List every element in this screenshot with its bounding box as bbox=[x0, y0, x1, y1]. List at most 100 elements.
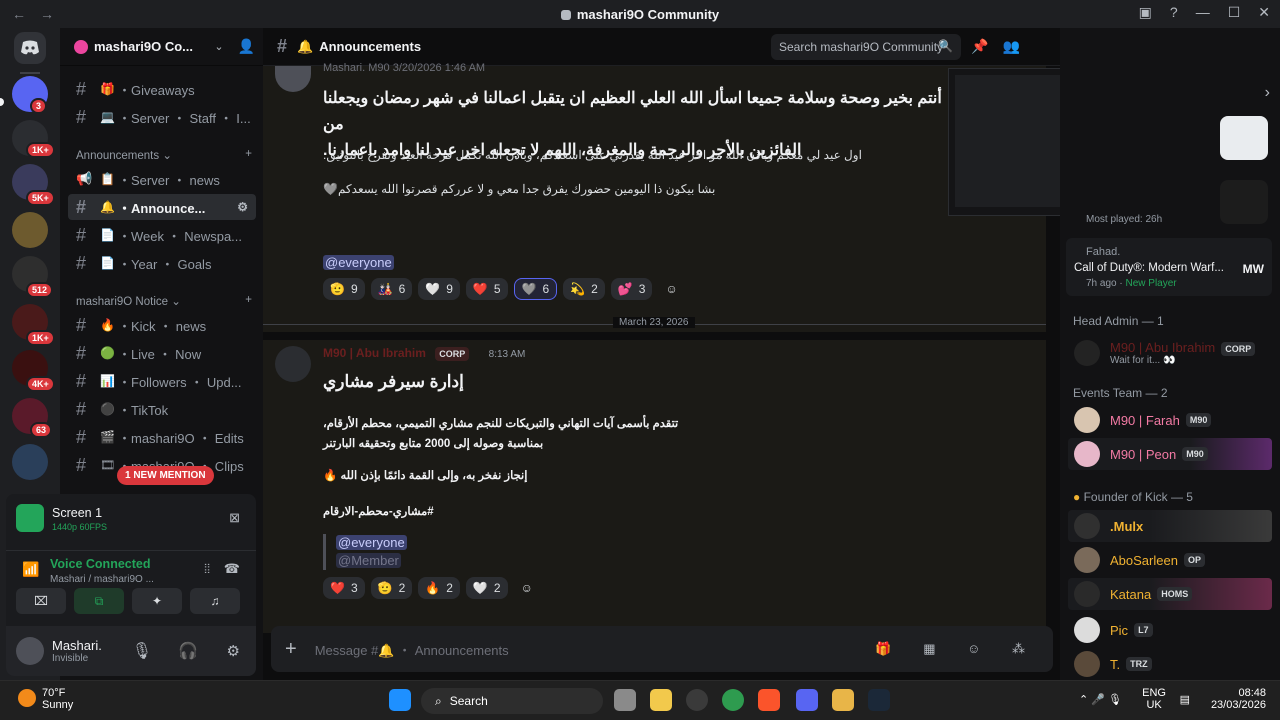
task-view-icon[interactable] bbox=[614, 689, 636, 711]
mention-badge: 5K+ bbox=[26, 190, 55, 206]
timestamp: 8:13 AM bbox=[488, 349, 526, 360]
app-icon[interactable] bbox=[686, 689, 708, 711]
channel-server-staff[interactable]: # 💻 ・Server ・ Staff ・ I... bbox=[68, 104, 256, 130]
reaction[interactable]: 💫 2 bbox=[563, 278, 605, 300]
channel-week-newspaper[interactable]: # 📄 ・Week ・ Newspa... bbox=[68, 222, 256, 248]
members-icon[interactable]: 👥 bbox=[1003, 38, 1020, 55]
member-row[interactable]: AboSarleen OP bbox=[1068, 544, 1272, 576]
channel-followers[interactable]: # 📊 ・Followers ・ Upd... bbox=[68, 368, 256, 394]
channel-server-news[interactable]: 📢 📋 ・Server ・ news bbox=[68, 166, 256, 192]
category-announcements[interactable]: Announcements ⌄ + bbox=[76, 148, 252, 162]
reaction[interactable]: ❤️ 5 bbox=[465, 278, 508, 300]
file-explorer-icon[interactable] bbox=[650, 689, 672, 711]
weather-widget[interactable]: 70°F Sunny bbox=[18, 687, 73, 711]
circle-icon: ⚫ bbox=[100, 402, 115, 416]
channel-year-goals[interactable]: # 📄 ・Year ・ Goals bbox=[68, 250, 256, 276]
disconnect-icon[interactable]: ☎ bbox=[224, 561, 240, 577]
help-icon[interactable]: ? bbox=[1170, 4, 1178, 21]
reaction[interactable]: 🫡 9 bbox=[323, 278, 365, 300]
activity-playtime: Most played: 26h bbox=[1086, 214, 1163, 225]
brave-icon[interactable] bbox=[758, 689, 780, 711]
add-reaction-icon[interactable]: ☺ bbox=[514, 577, 540, 599]
channel-live-now[interactable]: # 🟢 ・Live ・ Now bbox=[68, 340, 256, 366]
composer-tools[interactable]: 🎁 ▦ ☺ ⁂ bbox=[875, 641, 1039, 657]
author-name[interactable]: M90 | Abu Ibrahim bbox=[323, 346, 426, 360]
channel-edits[interactable]: # 🎬 ・mashari9O ・ Edits bbox=[68, 424, 256, 450]
member-row[interactable]: T. TRZ bbox=[1068, 648, 1272, 680]
stream-quality: 1440p 60FPS bbox=[52, 522, 108, 532]
search-input[interactable]: Search mashari9O Community 🔍 bbox=[771, 34, 961, 60]
headphones-icon[interactable]: 🎧 bbox=[178, 641, 198, 661]
app-icon[interactable] bbox=[832, 689, 854, 711]
server-icon[interactable] bbox=[12, 444, 48, 480]
category-notice[interactable]: mashari9O Notice ⌄ + bbox=[76, 294, 252, 308]
pin-icon[interactable]: 📌 bbox=[971, 38, 988, 55]
channel-giveaways[interactable]: # 🎁 ・Giveaways bbox=[68, 76, 256, 102]
channel-tiktok[interactable]: # ⚫ ・TikTok bbox=[68, 396, 256, 422]
reaction[interactable]: ❤️ 3 bbox=[323, 577, 365, 599]
chevron-down-icon[interactable]: ⌄ bbox=[214, 40, 223, 53]
everyone-mention[interactable]: @everyone bbox=[323, 255, 394, 270]
soundboard-button[interactable]: ♫ bbox=[190, 588, 240, 614]
language-indicator[interactable]: ENG UK bbox=[1142, 687, 1166, 711]
reaction[interactable]: 🤍 9 bbox=[418, 278, 460, 300]
reaction[interactable]: 🔥 2 bbox=[418, 577, 460, 599]
megaphone-icon: 📢 bbox=[76, 171, 93, 186]
member-row[interactable]: Pic L7 bbox=[1068, 614, 1272, 646]
message-composer[interactable]: + Message #🔔 ・ Announcements 🎁 ▦ ☺ ⁂ bbox=[271, 626, 1053, 672]
add-channel-icon[interactable]: + bbox=[245, 294, 252, 308]
channel-announcements[interactable]: # 🔔 ・Announce... ⚙ bbox=[68, 194, 256, 220]
activities-button[interactable]: ✦ bbox=[132, 588, 182, 614]
gear-icon[interactable]: ⚙ bbox=[227, 642, 240, 660]
clock[interactable]: 08:48 23/03/2026 bbox=[1211, 687, 1266, 711]
chrome-icon[interactable] bbox=[722, 689, 744, 711]
member-row[interactable]: .Mulx bbox=[1068, 510, 1272, 542]
share-screen-button[interactable]: ⧉ bbox=[74, 588, 124, 614]
taskbar-search[interactable]: ⌕ Search bbox=[421, 688, 603, 714]
reaction[interactable]: 🫡 2 bbox=[370, 577, 413, 599]
discord-icon[interactable] bbox=[796, 689, 818, 711]
back-arrow-icon[interactable]: ← bbox=[12, 6, 26, 22]
windows-start-icon[interactable] bbox=[389, 689, 411, 711]
maximize-icon[interactable]: ☐ bbox=[1228, 4, 1241, 21]
server-header[interactable]: mashari9O Co... ⌄ 👤 bbox=[60, 28, 263, 66]
signal-icon[interactable]: 📶 bbox=[22, 561, 39, 578]
voice-location[interactable]: Mashari / mashari9O ... bbox=[6, 574, 256, 585]
add-reaction-icon[interactable]: ☺ bbox=[658, 278, 684, 300]
soundboard-icon[interactable]: ⦙⦙ bbox=[204, 561, 210, 577]
stop-stream-icon[interactable]: ⊠ bbox=[229, 510, 240, 526]
gear-icon[interactable]: ⚙ bbox=[237, 200, 248, 214]
member-row[interactable]: M90 | Farah M90 bbox=[1068, 404, 1272, 436]
reaction-selected[interactable]: 🩶 6 bbox=[513, 278, 558, 300]
add-attachment-icon[interactable]: + bbox=[285, 638, 297, 661]
steam-icon[interactable] bbox=[868, 689, 890, 711]
invite-user-icon[interactable]: 👤 bbox=[238, 38, 255, 55]
forward-arrow-icon[interactable]: → bbox=[40, 6, 54, 22]
member-row[interactable]: M90 | Peon M90 bbox=[1068, 438, 1272, 470]
voice-panel: Screen 1 1440p 60FPS ⊠ Voice Connected M… bbox=[6, 494, 256, 676]
minimize-icon[interactable]: — bbox=[1196, 4, 1210, 21]
tray-icons[interactable]: ⌃ 🎤 🎙 bbox=[1079, 693, 1122, 706]
reaction[interactable]: 🎎 6 bbox=[370, 278, 413, 300]
new-mention-pill[interactable]: 1 NEW MENTION bbox=[117, 466, 214, 485]
discord-home-icon[interactable] bbox=[14, 32, 46, 64]
inbox-icon[interactable]: ▣ bbox=[1139, 4, 1152, 21]
add-channel-icon[interactable]: + bbox=[245, 148, 252, 162]
mic-icon[interactable]: 🎙 bbox=[132, 641, 152, 661]
server-icon[interactable] bbox=[12, 212, 48, 248]
bell-icon: 🔔 bbox=[100, 200, 115, 214]
activity-card[interactable]: Fahad. Call of Duty®: Modern Warf... 7h … bbox=[1066, 238, 1272, 296]
user-panel[interactable]: Mashari. Invisible 🎙 🎧 ⚙ bbox=[6, 626, 256, 676]
channel-kick-news[interactable]: # 🔥 ・Kick ・ news bbox=[68, 312, 256, 338]
everyone-mention[interactable]: @everyone bbox=[336, 535, 407, 550]
chevron-right-icon[interactable]: › bbox=[1265, 84, 1270, 102]
camera-off-button[interactable]: ⌧ bbox=[16, 588, 66, 614]
network-icon[interactable]: ▤ bbox=[1180, 693, 1190, 706]
close-icon[interactable]: ✕ bbox=[1258, 4, 1270, 21]
reaction[interactable]: 💕 3 bbox=[610, 278, 653, 300]
message-input[interactable]: Message #🔔 ・ Announcements bbox=[315, 640, 509, 659]
member-row[interactable]: Katana HOMS bbox=[1068, 578, 1272, 610]
member-mention[interactable]: @Member bbox=[336, 553, 401, 568]
member-row[interactable]: M90 | Abu Ibrahim CORP Wait for it... 👀 bbox=[1068, 334, 1272, 372]
reaction[interactable]: 🤍 2 bbox=[465, 577, 508, 599]
